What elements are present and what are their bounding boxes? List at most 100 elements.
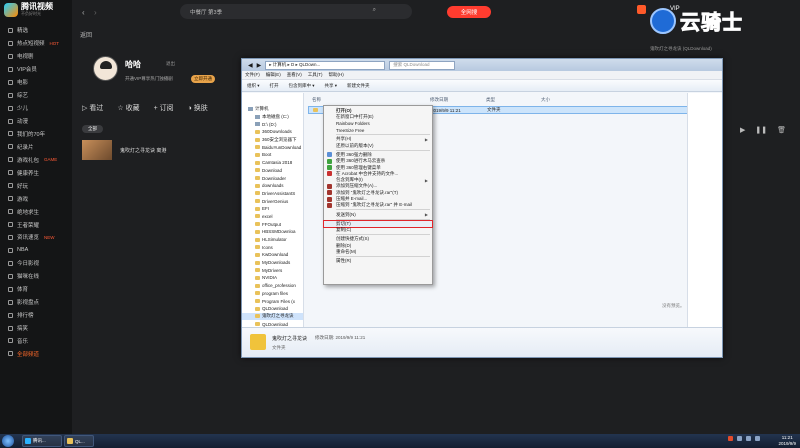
explorer-toolbar-button[interactable]: 组织 ▾ — [247, 83, 260, 89]
filter-all[interactable]: 全部 — [82, 125, 103, 133]
column-name[interactable]: 名称 — [312, 97, 430, 103]
search-input[interactable]: 中餐厅 第3季 ⌕ — [180, 4, 412, 19]
sidebar-item[interactable]: 好玩 — [0, 179, 72, 192]
tree-item[interactable]: MyDrivers — [242, 266, 303, 274]
network-icon[interactable] — [737, 436, 742, 441]
sidebar-item[interactable]: 少儿 — [0, 102, 72, 115]
tree-item[interactable]: FFOutput — [242, 220, 303, 228]
sidebar-item[interactable]: 王者荣耀 — [0, 218, 72, 231]
sidebar-item[interactable]: 电视剧 — [0, 50, 72, 63]
explorer-toolbar-button[interactable]: 打开 — [270, 83, 279, 89]
history-item[interactable]: 鬼吹灯之寻龙诀 离港 — [82, 140, 166, 160]
play-icon[interactable]: ▶ — [740, 126, 745, 134]
explorer-menu-item[interactable]: 查看(V) — [287, 72, 302, 78]
tree-item[interactable]: HLSimulator — [242, 236, 303, 244]
explorer-menu-item[interactable]: 工具(T) — [308, 72, 323, 78]
explorer-menu-item[interactable]: 文件(F) — [245, 72, 260, 78]
sidebar-item[interactable]: VIP会员 — [0, 63, 72, 76]
sidebar-item[interactable]: 动漫 — [0, 115, 72, 128]
tree-item[interactable]: DriverGenius — [242, 197, 303, 205]
avatar[interactable] — [93, 56, 118, 81]
tree-item[interactable]: downloads — [242, 182, 303, 190]
tab-3[interactable]: ◑ 换肤 — [188, 103, 208, 113]
sidebar-item[interactable]: 今日影视 — [0, 257, 72, 270]
tree-item[interactable]: 计算机 — [242, 105, 303, 113]
sidebar-item[interactable]: 综艺 — [0, 89, 72, 102]
explorer-toolbar-button[interactable]: 包含到库中 ▾ — [289, 83, 315, 89]
tree-item[interactable]: Download — [242, 167, 303, 175]
sidebar-item[interactable]: 我们的70年 — [0, 128, 72, 141]
sidebar-item[interactable]: 全部频道 — [0, 347, 72, 360]
sidebar-item[interactable]: 游戏 — [0, 192, 72, 205]
sidebar-item[interactable]: 音乐 — [0, 335, 72, 348]
video-icon[interactable] — [637, 5, 646, 14]
search-icon[interactable]: ⌕ — [373, 7, 376, 14]
sidebar-item[interactable]: 影视盘点 — [0, 296, 72, 309]
tree-item[interactable]: excel — [242, 213, 303, 221]
column-size[interactable]: 大小 — [541, 97, 550, 103]
context-menu-item[interactable]: 压缩到 "鬼吹灯之寻龙诀.rar" 并 E-mail — [324, 202, 432, 208]
input-method-icon[interactable] — [728, 436, 733, 441]
tab-1[interactable]: ☆ 收藏 — [117, 103, 139, 113]
sidebar-item[interactable]: 健康养生 — [0, 166, 72, 179]
delete-icon[interactable]: 🗑 — [777, 126, 786, 134]
tree-item[interactable]: 鬼吹灯之寻龙诀 — [242, 312, 303, 321]
explorer-search-input[interactable]: 搜索 QLDownload — [389, 60, 456, 70]
tree-item[interactable]: 360Downloads — [242, 128, 303, 136]
forward-arrow-icon[interactable]: › — [94, 8, 97, 17]
context-menu-item[interactable]: TreeSize Free — [324, 127, 432, 133]
tree-item[interactable]: BaiduYunDownload — [242, 143, 303, 151]
taskbar-app-tencent[interactable]: 腾讯... — [22, 435, 62, 447]
sidebar-item[interactable]: 精选 — [0, 24, 72, 37]
flag-icon[interactable] — [755, 436, 760, 441]
tree-item[interactable]: KwDownload — [242, 251, 303, 259]
tree-item[interactable]: EFI — [242, 205, 303, 213]
back-arrow-icon[interactable]: ‹ — [82, 8, 85, 17]
start-button[interactable] — [2, 435, 14, 447]
explorer-window[interactable]: ◀ ▶ ▸ 计算机 ▸ D ▸ QLDown... 搜索 QLDownload … — [241, 58, 723, 358]
sidebar-item[interactable]: 排行榜 — [0, 309, 72, 322]
tree-item[interactable]: QLDownload — [242, 305, 303, 313]
context-menu-item[interactable]: 重命名(M) — [324, 249, 432, 255]
sidebar-item[interactable]: 猫咪在线 — [0, 270, 72, 283]
context-menu-item[interactable]: 还原以前的版本(V) — [324, 142, 432, 148]
nav-back-icon[interactable]: ◀ — [248, 62, 253, 69]
explorer-toolbar-button[interactable]: 共享 ▾ — [325, 83, 338, 89]
tree-item[interactable]: DriverAssistantS — [242, 190, 303, 198]
tree-item[interactable]: Downloader — [242, 174, 303, 182]
history-title[interactable]: 鬼吹灯之寻龙诀 离港 — [120, 147, 166, 154]
sidebar-item[interactable]: 纪录片 — [0, 140, 72, 153]
address-bar[interactable]: ▸ 计算机 ▸ D ▸ QLDown... — [265, 60, 386, 70]
sidebar-item[interactable]: 热点短视频 HOT — [0, 37, 72, 50]
tree-item[interactable]: Program Files (x — [242, 297, 303, 305]
sidebar-item[interactable]: NBA — [0, 244, 72, 257]
history-thumbnail[interactable] — [82, 140, 112, 160]
explorer-toolbar-button[interactable]: 新建文件夹 — [347, 83, 370, 89]
tree-item[interactable]: HBSSMDownloa — [242, 228, 303, 236]
taskbar-app-explorer[interactable]: QL... — [64, 435, 94, 447]
vip-open-button[interactable]: 立即开通 — [191, 75, 215, 83]
tree-item[interactable]: NVIDIA — [242, 274, 303, 282]
sidebar-item[interactable]: 绝地求生 — [0, 205, 72, 218]
explorer-menu-item[interactable]: 编辑(E) — [266, 72, 281, 78]
explorer-menu-item[interactable]: 帮助(H) — [329, 72, 344, 78]
tree-item[interactable]: Camtasia 2018 — [242, 159, 303, 167]
nav-forward-icon[interactable]: ▶ — [257, 62, 262, 69]
tree-item[interactable]: Icons — [242, 243, 303, 251]
tree-item[interactable]: office_profession — [242, 282, 303, 290]
tree-item[interactable]: Boot — [242, 151, 303, 159]
context-menu-item[interactable]: 发送到(N) ▶ — [324, 211, 432, 218]
tree-item[interactable]: QLDownload — [242, 320, 303, 327]
column-date[interactable]: 修改日期 — [430, 97, 486, 103]
tab-2[interactable]: + 订阅 — [154, 103, 174, 113]
global-search-button[interactable]: 全网搜 — [447, 6, 491, 18]
logout-link[interactable]: 退出 — [166, 61, 175, 67]
sidebar-item[interactable]: 游戏礼包 GAME — [0, 153, 72, 166]
sidebar-item[interactable]: 资讯速览 NEW — [0, 231, 72, 244]
tree-item[interactable]: MyDownloads — [242, 259, 303, 267]
volume-icon[interactable] — [746, 436, 751, 441]
sidebar-item[interactable]: 体育 — [0, 283, 72, 296]
tree-item[interactable]: 360安全浏览器下 — [242, 136, 303, 144]
sidebar-item[interactable]: 电影 — [0, 76, 72, 89]
context-menu-item[interactable]: 属性(R) — [324, 258, 432, 264]
